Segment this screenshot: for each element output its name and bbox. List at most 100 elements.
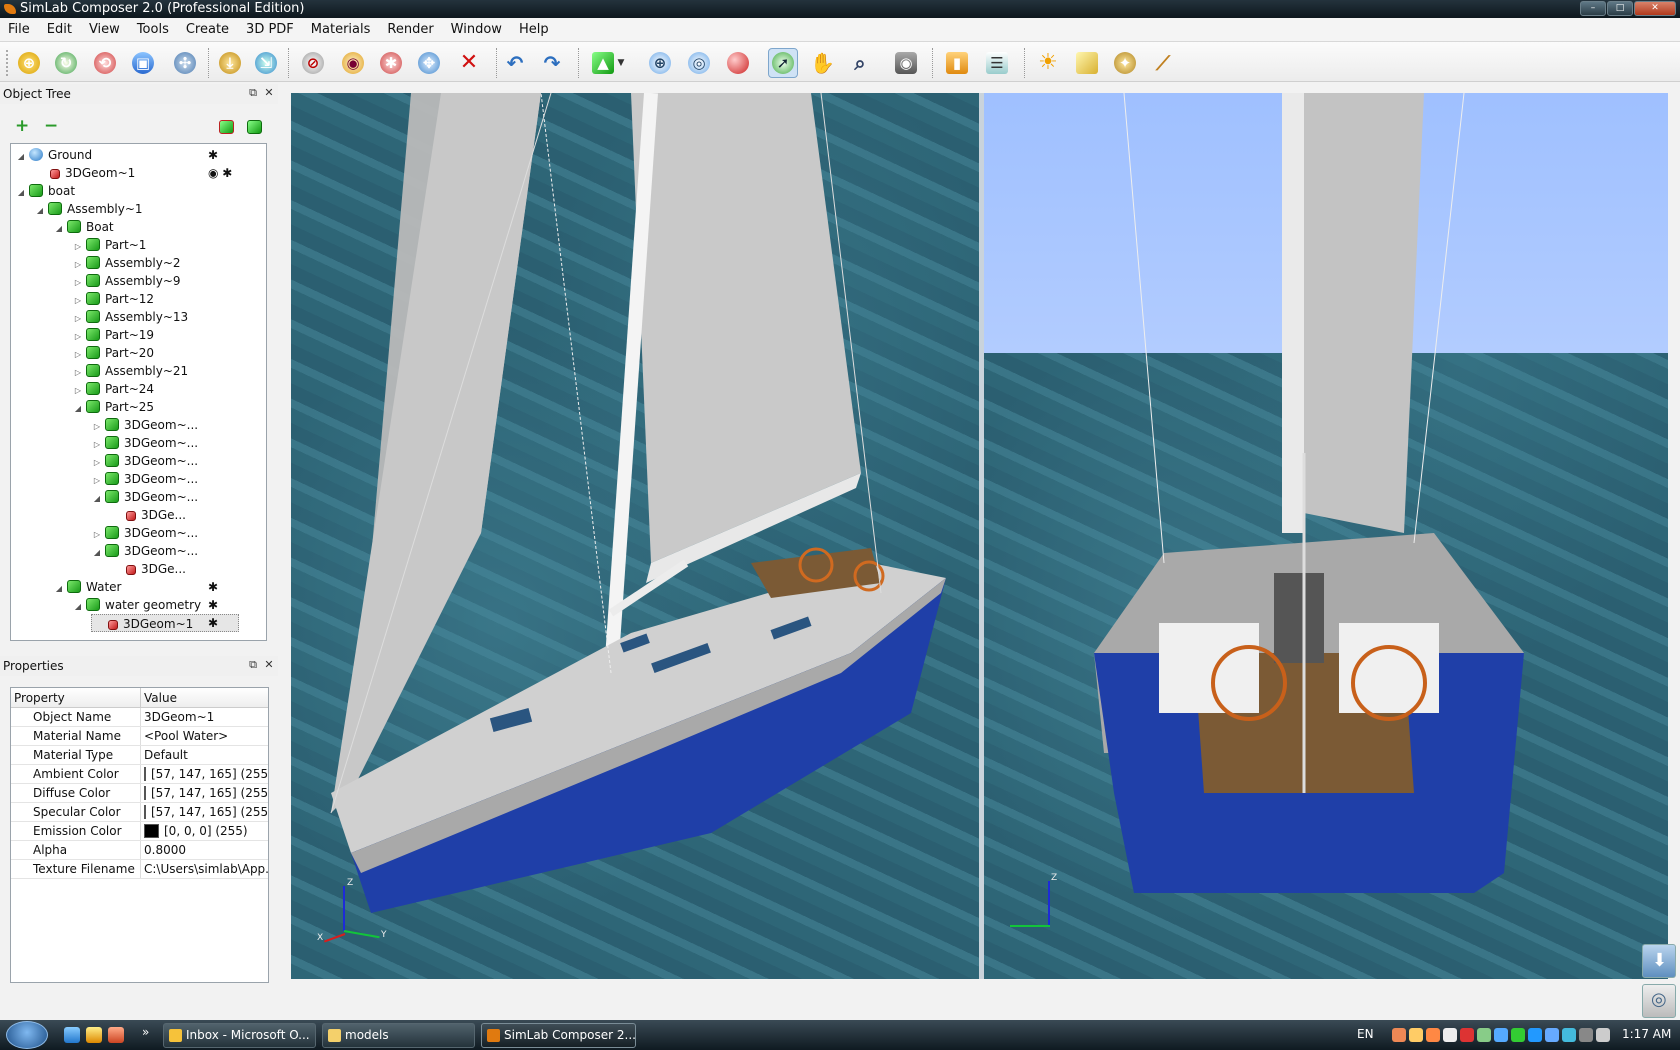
align-icon[interactable]: ⇲ [251,48,281,78]
wand-icon[interactable]: ⟋ [1148,48,1178,78]
move-object-icon[interactable]: ▣ [128,48,158,78]
maximize-button[interactable]: □ [1607,1,1633,16]
tree-node[interactable]: ◢ Ground [15,146,92,164]
float-panel-icon[interactable]: ⧉ [246,86,260,100]
show-more-quicklaunch[interactable]: » [142,1025,149,1039]
add-geometry-icon[interactable]: ▲ [588,48,618,78]
zoom-fit-icon[interactable]: ⊕ [14,48,44,78]
float-panel-icon[interactable]: ⧉ [246,658,260,672]
menu-file[interactable]: File [8,22,30,37]
property-row[interactable]: Material Type Default [11,746,268,765]
spot-light-icon[interactable]: ✦ [1110,48,1140,78]
task-inbox[interactable]: Inbox - Microsoft O... [163,1023,316,1048]
node-state-icons[interactable]: ✱ [208,146,218,164]
color-swatch[interactable] [144,824,159,838]
rotate-icon[interactable]: ⟲ [90,48,120,78]
minimize-button[interactable]: – [1580,1,1606,16]
browser-icon[interactable] [64,1027,80,1043]
node-state-icons[interactable]: ✱ [208,578,218,596]
tree-node[interactable]: ◢ Part~25 [72,398,154,416]
zoom-icon[interactable]: ⌕ [845,48,875,78]
tree-node[interactable]: ▷ Part~24 [72,380,154,398]
explode-icon[interactable]: ✥ [414,48,444,78]
tree-node[interactable]: 3DGe... [110,560,186,578]
menu-render[interactable]: Render [387,22,433,37]
column-header-value[interactable]: Value [141,688,268,707]
tree-node[interactable]: ▷ 3DGeom~... [91,416,198,434]
mail-icon[interactable] [86,1027,102,1043]
close-button[interactable]: ✕ [1634,1,1676,16]
orbit-icon[interactable]: ↻ [51,48,81,78]
tree-node[interactable]: ▷ 3DGeom~... [91,524,198,542]
expand-toggle-icon[interactable]: ◢ [53,220,65,238]
close-icon[interactable]: ✕ [262,86,276,100]
property-row[interactable]: Emission Color [0, 0, 0] (255) [11,822,268,841]
tree-node[interactable]: ▷ Assembly~13 [72,308,188,326]
camera-icon[interactable]: ◉ [891,48,921,78]
hide-icon[interactable]: ⊘ [298,48,328,78]
window-title-bar[interactable]: SimLab Composer 2.0 (Professional Editio… [0,0,1680,18]
column-header-property[interactable]: Property [11,688,141,707]
property-value[interactable]: [0, 0, 0] (255) [141,822,268,840]
menu-edit[interactable]: Edit [47,22,72,37]
tree-node[interactable]: ▷ Assembly~21 [72,362,188,380]
property-row[interactable]: Alpha 0.8000 [11,841,268,860]
menu-create[interactable]: Create [186,22,229,37]
clock[interactable]: 1:17 AM [1622,1027,1671,1041]
render-sphere-icon[interactable] [723,48,753,78]
tree-node[interactable]: ◢ Boat [53,218,114,236]
close-icon[interactable]: ✕ [262,658,276,672]
property-value[interactable]: Default [141,746,268,764]
task-simlab[interactable]: SimLab Composer 2... [481,1023,636,1048]
transform-icon[interactable]: ✣ [170,48,200,78]
menu-window[interactable]: Window [451,22,502,37]
property-row[interactable]: Material Name <Pool Water> [11,727,268,746]
chevron-down-icon[interactable]: ▼ [615,48,627,78]
viewport-perspective[interactable]: Z Y X [291,93,979,979]
property-value[interactable]: [57, 147, 165] (255) [141,803,268,821]
property-value[interactable]: 0.8000 [141,841,268,859]
color-swatch[interactable] [144,786,146,800]
drop-to-ground-icon[interactable]: ⤓ [215,48,245,78]
property-value[interactable]: <Pool Water> [141,727,268,745]
show-icon[interactable]: ◉ [338,48,368,78]
tree-node[interactable]: 3DGeom~1 [34,164,135,182]
task-models[interactable]: models [322,1023,475,1048]
tree-node[interactable]: ◢ water geometry [72,596,201,614]
tree-node[interactable]: 3DGe... [110,506,186,524]
materials-list-icon[interactable]: ☰ [982,48,1012,78]
redo-icon[interactable]: ↷ [537,48,567,78]
tree-node[interactable]: ▷ Part~19 [72,326,154,344]
color-swatch[interactable] [144,805,146,819]
collapse-all-icon[interactable] [247,120,262,134]
undo-icon[interactable]: ↶ [500,48,530,78]
property-value[interactable]: [57, 147, 165] (255) [141,784,268,802]
property-row[interactable]: Texture Filename C:\Users\simlab\App... [11,860,268,879]
property-value[interactable]: C:\Users\simlab\App... [141,860,268,878]
expand-toggle-icon[interactable]: ◢ [91,544,103,562]
navigation-down-icon[interactable]: ⬇ [1642,944,1676,978]
select-tool-icon[interactable]: ➚ [768,48,798,78]
tree-node[interactable]: ◢ Water [53,578,121,596]
pan-hand-icon[interactable]: ✋ [806,48,836,78]
property-value[interactable]: 3DGeom~1 [141,708,268,726]
expand-toggle-icon[interactable]: ◢ [53,580,65,598]
tree-node[interactable]: ◢ 3DGeom~... [91,488,198,506]
property-row[interactable]: Diffuse Color [57, 147, 165] (255) [11,784,268,803]
sun-light-icon[interactable]: ☀ [1033,48,1063,78]
media-icon[interactable] [108,1027,124,1043]
tree-node[interactable]: ▷ 3DGeom~... [91,470,198,488]
target-icon[interactable]: ◎ [684,48,714,78]
tree-node[interactable]: ▷ Part~1 [72,236,146,254]
add-node-button[interactable]: + [15,116,29,136]
expand-toggle-icon[interactable]: ◢ [72,598,84,616]
tree-node[interactable]: ◢ 3DGeom~... [91,542,198,560]
expand-toggle-icon[interactable]: ◢ [15,184,27,202]
color-swatch[interactable] [144,767,146,781]
select-center-icon[interactable]: ⊕ [645,48,675,78]
property-row[interactable]: Object Name 3DGeom~1 [11,708,268,727]
paint-bucket-icon[interactable]: ▮ [942,48,972,78]
tree-node[interactable]: ▷ Part~12 [72,290,154,308]
tree-node[interactable]: ▷ 3DGeom~... [91,434,198,452]
tree-node[interactable]: ◢ Assembly~1 [34,200,143,218]
